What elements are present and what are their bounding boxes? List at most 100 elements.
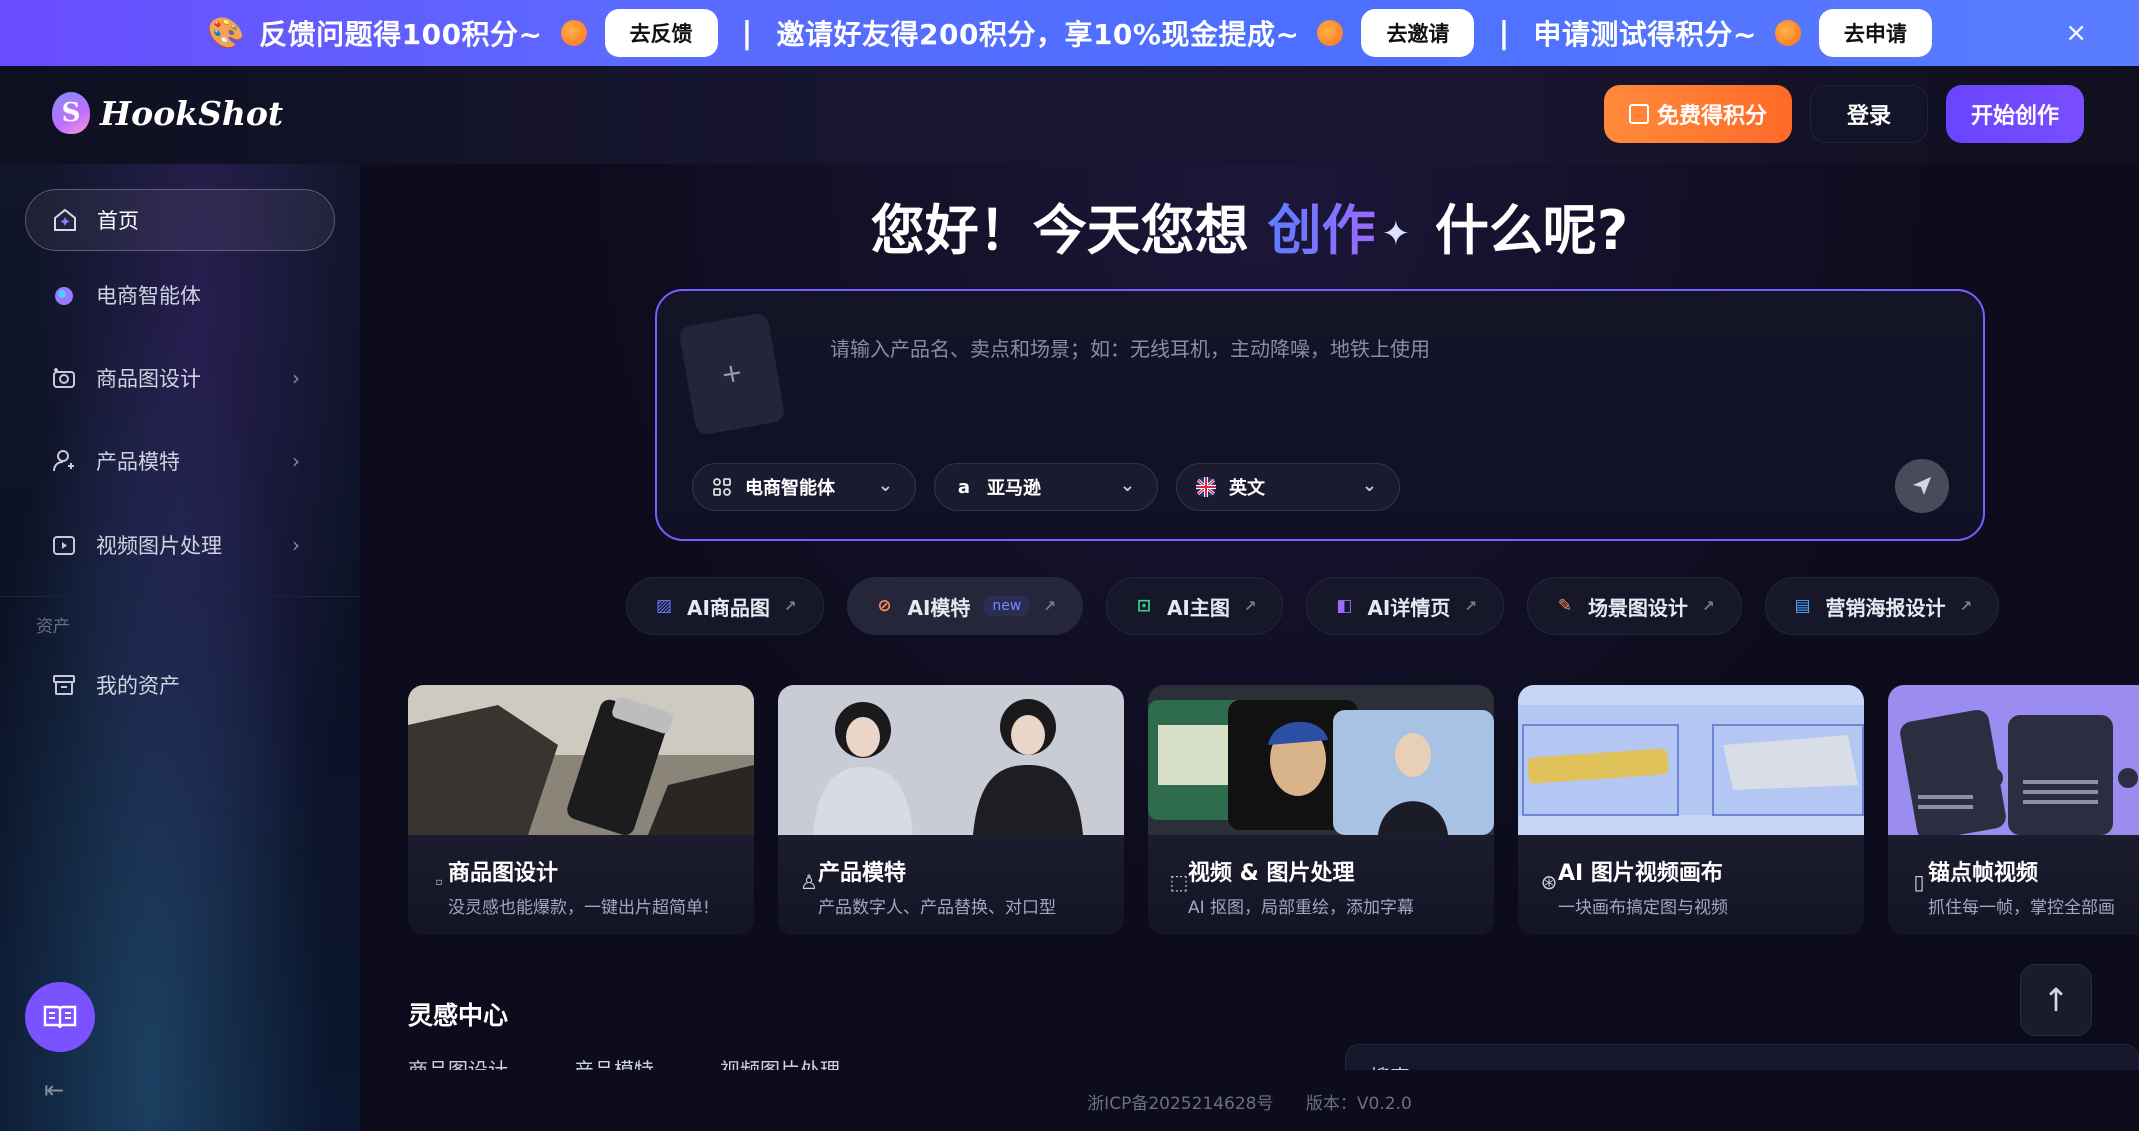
card-product-design[interactable]: ▫ 商品图设计 没灵感也能爆款，一键出片超简单! [408, 685, 754, 935]
main-content: 您好！今天您想 创作 ✦ 什么呢? + 请输入产品名、卖点和场景；如：无线耳机，主… [360, 164, 2139, 1131]
uk-flag-icon [1195, 476, 1217, 498]
sidebar-item-label: 电商智能体 [96, 284, 201, 308]
top-header: S HookShot 免费得积分 登录 开始创作 [0, 66, 2139, 164]
sidebar: 首页 电商智能体 商品图设计 › 产品模特 › 视频图片处理 › 资产 我的资产 [0, 164, 360, 1131]
chevron-down-icon: ⌄ [877, 475, 893, 496]
arrow-up-right-icon: ↗ [1959, 597, 1973, 615]
tool-ai-detail-page[interactable]: ◧ AI详情页 ↗ [1306, 577, 1504, 635]
card-image [1518, 685, 1864, 835]
sidebar-divider [0, 596, 360, 597]
language-select[interactable]: 英文 ⌄ [1176, 463, 1400, 511]
card-footer: ♙ 产品模特 产品数字人、产品替换、对口型 [778, 835, 1124, 935]
login-button[interactable]: 登录 [1809, 85, 1928, 143]
card-footer: ⊛ AI 图片视频画布 一块画布搞定图与视频 [1518, 835, 1864, 935]
agent-select[interactable]: 电商智能体 ⌄ [692, 463, 916, 511]
tool-ai-model[interactable]: ⊘ AI模特 new ↗ [846, 577, 1083, 635]
card-subtitle: AI 抠图，局部重绘，添加字幕 [1188, 898, 1415, 918]
video-icon [50, 531, 78, 559]
hero-highlight: 创作 [1267, 199, 1376, 262]
language-select-value: 英文 [1229, 478, 1265, 499]
arrow-up-right-icon: ↗ [783, 597, 797, 615]
sidebar-item-my-assets[interactable]: 我的资产 [25, 654, 335, 716]
tool-label: AI主图 [1166, 595, 1230, 620]
version-label: 版本： [1305, 1094, 1357, 1114]
platform-select[interactable]: a 亚马逊 ⌄ [934, 463, 1158, 511]
card-title: AI 图片视频画布 [1558, 861, 1723, 886]
arrow-up-right-icon: ↗ [1243, 597, 1257, 615]
card-video-image[interactable]: ⬚ 视频 & 图片处理 AI 抠图，局部重绘，添加字幕 [1148, 685, 1494, 935]
hero-suffix: 什么呢? [1434, 199, 1629, 262]
gift-icon [1628, 104, 1649, 124]
start-create-button[interactable]: 开始创作 [1945, 85, 2084, 143]
sidebar-item-product-model[interactable]: 产品模特 › [25, 430, 335, 492]
banner-separator: | [1498, 15, 1510, 51]
chevron-right-icon: › [292, 366, 300, 390]
card-subtitle: 没灵感也能爆款，一键出片超简单! [448, 898, 710, 918]
arrow-up-right-icon: ↗ [1043, 597, 1056, 615]
free-points-button[interactable]: 免费得积分 [1603, 85, 1792, 143]
grid-icon [711, 476, 733, 498]
collapse-sidebar-icon[interactable]: ⇤ [44, 1076, 64, 1104]
logo-text: HookShot [100, 93, 284, 133]
close-icon[interactable]: × [2065, 18, 2087, 48]
tool-label: 场景图设计 [1587, 595, 1688, 620]
card-image [1888, 685, 2139, 835]
stripes-icon: ▨ [655, 596, 673, 616]
card-keyframe-video[interactable]: ▯ 锚点帧视频 抓住每一帧，掌控全部画 [1888, 685, 2139, 935]
hand-icon [560, 20, 587, 46]
chevron-right-icon: › [292, 533, 300, 557]
apply-button[interactable]: 去申请 [1818, 9, 1932, 57]
banner-feedback-text: 反馈问题得100积分~ [259, 18, 543, 51]
upload-image-button[interactable]: + [678, 312, 786, 436]
send-button[interactable] [1895, 459, 1949, 513]
card-subtitle: 产品数字人、产品替换、对口型 [818, 898, 1056, 918]
feedback-button[interactable]: 去反馈 [604, 9, 718, 57]
card-title: 产品模特 [818, 861, 907, 886]
sidebar-item-agent[interactable]: 电商智能体 [25, 264, 335, 326]
card-title: 视频 & 图片处理 [1188, 861, 1355, 886]
card-product-model[interactable]: ♙ 产品模特 产品数字人、产品替换、对口型 [778, 685, 1124, 935]
sidebar-item-label: 商品图设计 [96, 367, 201, 391]
book-icon [43, 1005, 77, 1029]
hand-icon [1774, 20, 1801, 46]
tool-label: AI模特 [907, 595, 971, 620]
banner-invite-text: 邀请好友得200积分，享10%现金提成~ [776, 18, 1300, 51]
poster-icon: ▤ [1794, 596, 1811, 616]
icp-link[interactable]: 浙ICP备2025214628号 [1087, 1094, 1273, 1114]
chevron-down-icon: ⌄ [1119, 475, 1135, 496]
card-subtitle: 抓住每一帧，掌控全部画 [1928, 898, 2115, 918]
sidebar-item-home[interactable]: 首页 [25, 189, 335, 251]
invite-button[interactable]: 去邀请 [1361, 9, 1475, 57]
platform-select-value: 亚马逊 [987, 478, 1041, 499]
tool-ai-product-image[interactable]: ▨ AI商品图 ↗ [626, 577, 824, 635]
tool-ai-main-image[interactable]: ⊡ AI主图 ↗ [1105, 577, 1284, 635]
chart-image-icon: ⊡ [1136, 596, 1152, 616]
back-to-top-button[interactable]: ↑ [2020, 964, 2092, 1036]
hero-title: 您好！今天您想 创作 ✦ 什么呢? [360, 186, 2139, 265]
footer-text: 浙ICP备2025214628号 版本：V0.2.0 [360, 1089, 2139, 1114]
sidebar-item-label: 视频图片处理 [96, 534, 222, 558]
guide-button[interactable] [25, 982, 95, 1052]
card-image [778, 685, 1124, 835]
prompt-input[interactable]: 请输入产品名、卖点和场景；如：无线耳机，主动降噪，地铁上使用 [830, 333, 1430, 362]
tool-label: 营销海报设计 [1825, 595, 1946, 620]
banner-apply-text: 申请测试得积分~ [1533, 18, 1757, 51]
tool-scene-design[interactable]: ✎ 场景图设计 ↗ [1526, 577, 1742, 635]
sidebar-item-video-image[interactable]: 视频图片处理 › [25, 514, 335, 576]
agent-select-value: 电商智能体 [745, 478, 835, 499]
palette-icon: 🎨 [207, 15, 245, 51]
banner-separator: | [741, 15, 753, 51]
tool-shortcuts: ▨ AI商品图 ↗ ⊘ AI模特 new ↗ ⊡ AI主图 ↗ ◧ AI详情页 … [626, 577, 2000, 635]
chevron-right-icon: › [292, 449, 300, 473]
layout-icon: ◧ [1336, 596, 1353, 616]
logo-icon: S [52, 92, 90, 134]
logo[interactable]: S HookShot [52, 92, 283, 134]
tool-poster-design[interactable]: ▤ 营销海报设计 ↗ [1764, 577, 2000, 635]
card-canvas[interactable]: ⊛ AI 图片视频画布 一块画布搞定图与视频 [1518, 685, 1864, 935]
chevron-down-icon: ⌄ [1361, 475, 1377, 496]
home-icon [51, 206, 79, 234]
inspiration-title: 灵感中心 [408, 1001, 509, 1030]
sidebar-item-product-design[interactable]: 商品图设计 › [25, 347, 335, 409]
card-subtitle: 一块画布搞定图与视频 [1558, 898, 1728, 918]
promo-banner: 🎨 反馈问题得100积分~ 去反馈 | 邀请好友得200积分，享10%现金提成~… [0, 0, 2139, 66]
